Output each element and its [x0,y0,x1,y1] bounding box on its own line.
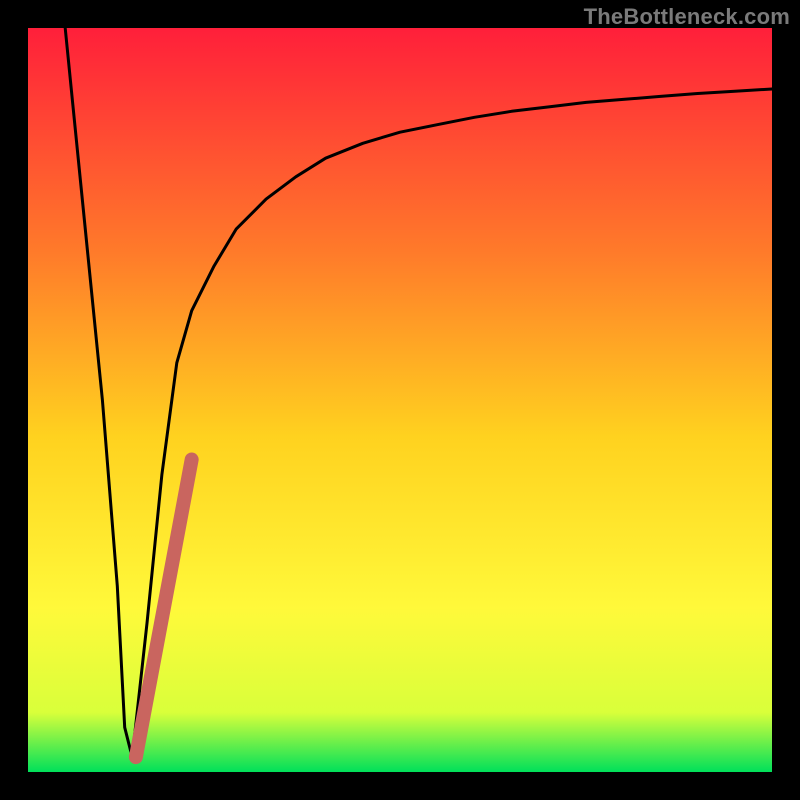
bottleneck-chart [0,0,800,800]
watermark-label: TheBottleneck.com [584,4,790,30]
chart-stage: TheBottleneck.com [0,0,800,800]
plot-background [28,28,772,772]
